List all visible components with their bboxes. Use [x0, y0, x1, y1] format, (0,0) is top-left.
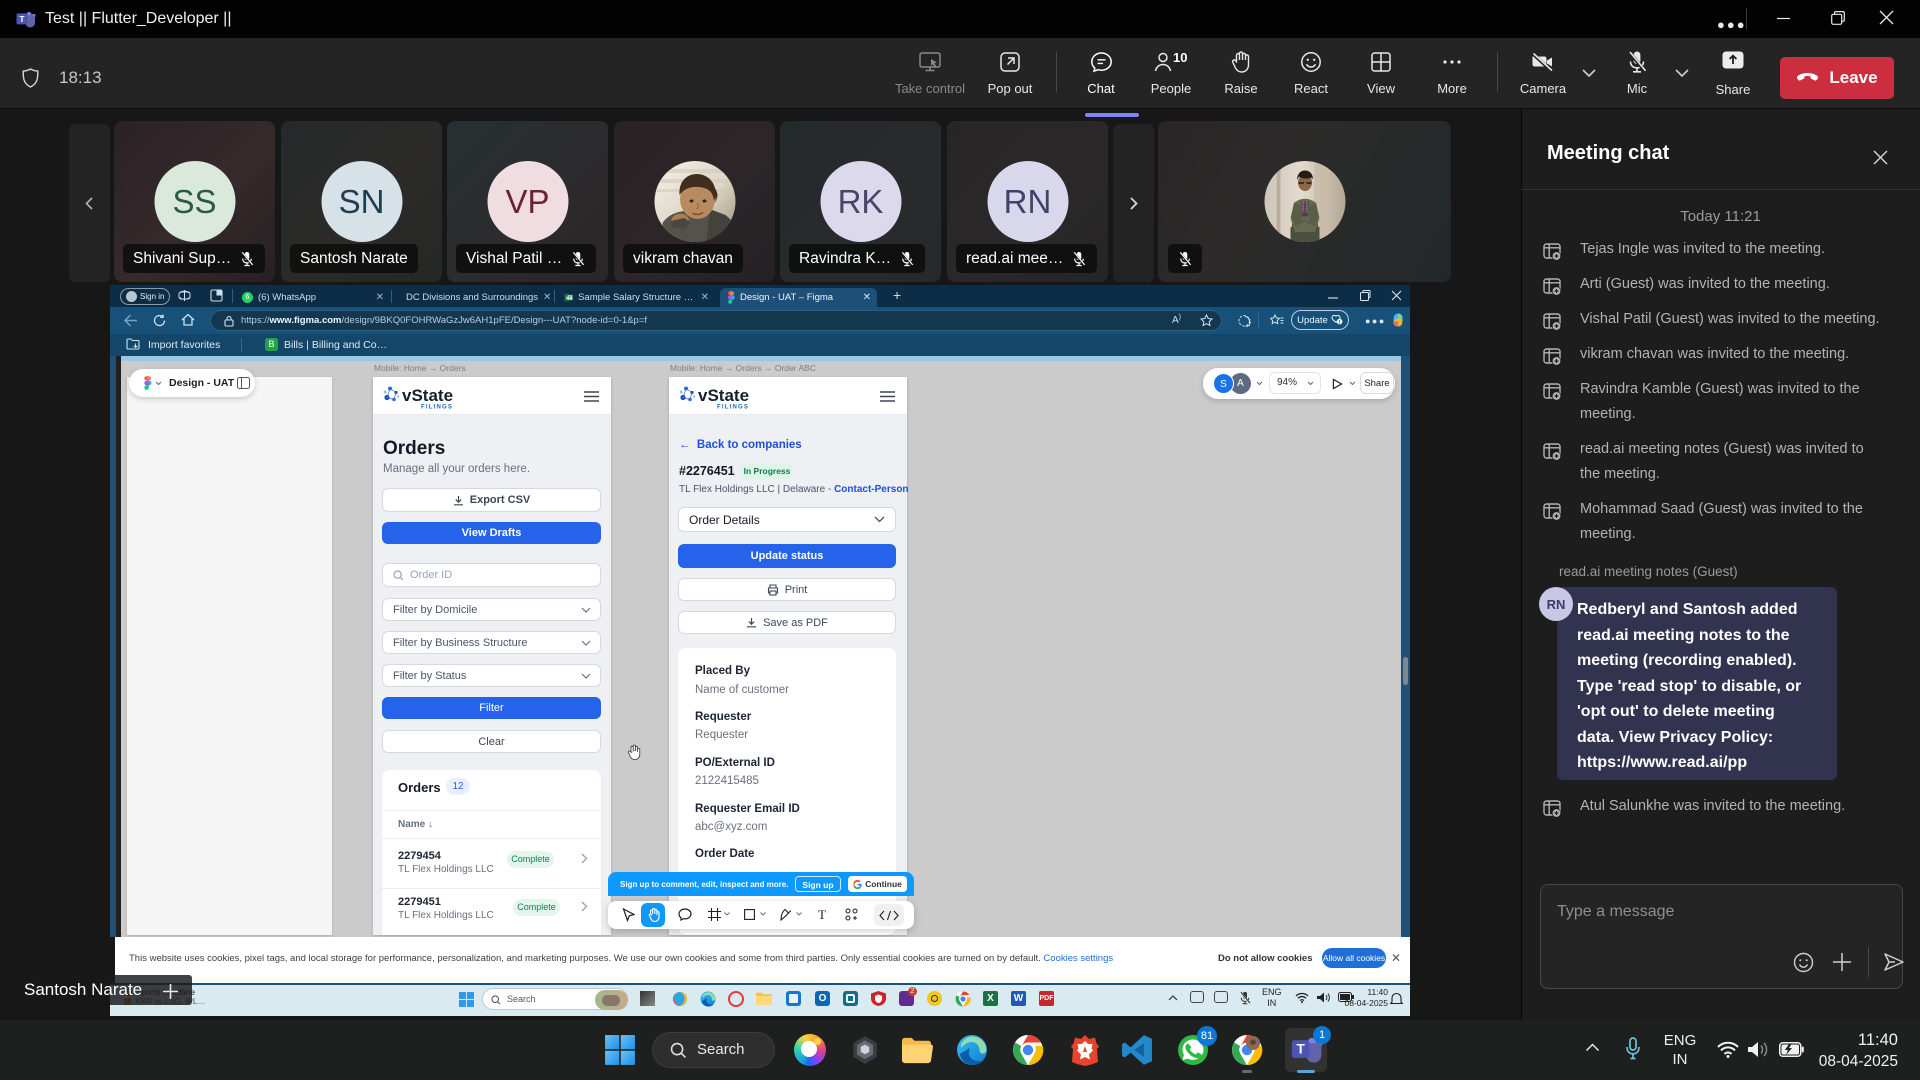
svg-text:!: ! — [1338, 320, 1340, 325]
svg-text:vState: vState — [402, 386, 453, 405]
svg-text:vState: vState — [698, 386, 749, 405]
svg-text:T: T — [19, 14, 25, 24]
svg-text:10: 10 — [1173, 50, 1187, 65]
svg-text:FILINGS: FILINGS — [717, 405, 749, 411]
svg-text:T: T — [1296, 1042, 1305, 1057]
svg-text:FILINGS: FILINGS — [421, 405, 453, 411]
